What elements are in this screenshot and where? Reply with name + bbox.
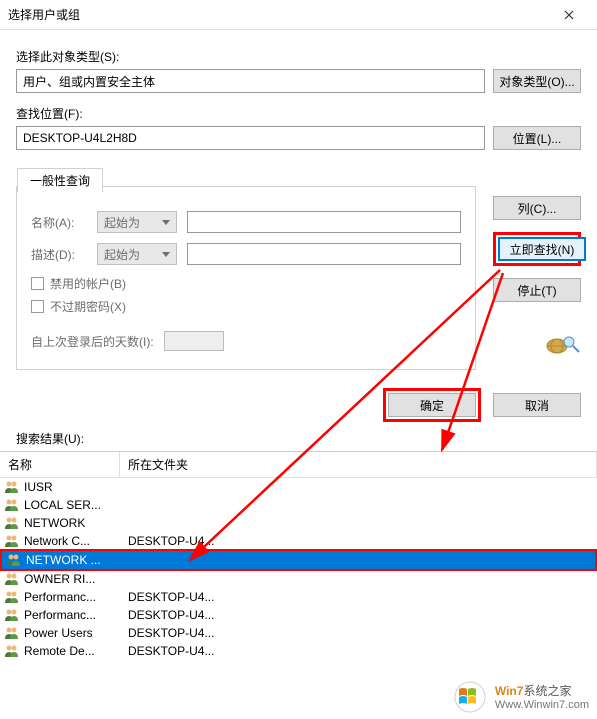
selected-row-highlight: NETWORK ...: [0, 549, 597, 571]
row-name: Network C...: [24, 534, 124, 548]
watermark-brand: Win7系统之家: [495, 682, 589, 699]
name-input[interactable]: [187, 211, 461, 233]
row-folder: DESKTOP-U4...: [124, 644, 593, 658]
row-name: OWNER RI...: [24, 572, 124, 586]
ok-highlight: 确定: [383, 388, 481, 422]
close-icon: [564, 10, 574, 20]
table-row[interactable]: Remote De...DESKTOP-U4...: [0, 642, 597, 660]
group-icon: [6, 553, 22, 567]
table-row[interactable]: NETWORK: [0, 514, 597, 532]
row-name: NETWORK: [24, 516, 124, 530]
table-row[interactable]: OWNER RI...: [0, 570, 597, 588]
group-icon: [4, 498, 20, 512]
days-spinner[interactable]: [164, 331, 224, 351]
group-icon: [4, 480, 20, 494]
cancel-button[interactable]: 取消: [493, 393, 581, 417]
row-folder: DESKTOP-U4...: [124, 608, 593, 622]
location-field: DESKTOP-U4L2H8D: [16, 126, 485, 150]
table-row[interactable]: NETWORK ...: [2, 551, 595, 569]
row-folder: DESKTOP-U4...: [124, 626, 593, 640]
group-icon: [4, 516, 20, 530]
location-label: 查找位置(F):: [16, 105, 581, 122]
row-name: LOCAL SER...: [24, 498, 124, 512]
row-name: IUSR: [24, 480, 124, 494]
row-name: Performanc...: [24, 608, 124, 622]
table-row[interactable]: Power UsersDESKTOP-U4...: [0, 624, 597, 642]
row-name: Remote De...: [24, 644, 124, 658]
group-icon: [4, 572, 20, 586]
group-icon: [4, 590, 20, 604]
table-row[interactable]: Performanc...DESKTOP-U4...: [0, 588, 597, 606]
name-mode-dropdown[interactable]: 起始为: [97, 211, 177, 233]
desc-mode-dropdown[interactable]: 起始为: [97, 243, 177, 265]
row-folder: DESKTOP-U4...: [124, 590, 593, 604]
desc-label: 描述(D):: [31, 246, 87, 263]
table-row[interactable]: Performanc...DESKTOP-U4...: [0, 606, 597, 624]
row-name: Power Users: [24, 626, 124, 640]
object-type-button[interactable]: 对象类型(O)...: [493, 69, 581, 93]
table-row[interactable]: Network C...DESKTOP-U4...: [0, 532, 597, 550]
columns-button[interactable]: 列(C)...: [493, 196, 581, 220]
table-row[interactable]: LOCAL SER...: [0, 496, 597, 514]
watermark-url: Www.Winwin7.com: [495, 699, 589, 712]
results-label: 搜索结果(U):: [0, 430, 597, 451]
group-icon: [4, 608, 20, 622]
table-row[interactable]: IUSR: [0, 478, 597, 496]
object-type-field: 用户、组或内置安全主体: [16, 69, 485, 93]
group-icon: [4, 534, 20, 548]
non-expiring-label: 不过期密码(X): [50, 298, 126, 315]
desc-input[interactable]: [187, 243, 461, 265]
name-label: 名称(A):: [31, 214, 87, 231]
stop-button[interactable]: 停止(T): [493, 278, 581, 302]
tab-general-query[interactable]: 一般性查询: [17, 168, 103, 193]
find-now-button[interactable]: 立即查找(N): [498, 237, 586, 261]
windows-logo-icon: [451, 681, 489, 713]
ok-button[interactable]: 确定: [388, 393, 476, 417]
group-icon: [4, 644, 20, 658]
row-folder: DESKTOP-U4...: [124, 534, 593, 548]
watermark: Win7系统之家 Www.Winwin7.com: [451, 681, 589, 713]
disabled-accounts-label: 禁用的帐户(B): [50, 275, 126, 292]
location-button[interactable]: 位置(L)...: [493, 126, 581, 150]
find-now-highlight: 立即查找(N): [493, 232, 581, 266]
dialog-title: 选择用户或组: [8, 6, 549, 23]
days-label: 自上次登录后的天数(I):: [31, 333, 154, 350]
row-name: Performanc...: [24, 590, 124, 604]
close-button[interactable]: [549, 0, 589, 30]
column-header-folder[interactable]: 所在文件夹: [120, 452, 597, 477]
non-expiring-checkbox[interactable]: [31, 300, 44, 313]
disabled-accounts-checkbox[interactable]: [31, 277, 44, 290]
row-name: NETWORK ...: [26, 553, 126, 567]
search-globe-icon: [541, 334, 581, 358]
object-type-label: 选择此对象类型(S):: [16, 48, 581, 65]
group-icon: [4, 626, 20, 640]
column-header-name[interactable]: 名称: [0, 452, 120, 477]
